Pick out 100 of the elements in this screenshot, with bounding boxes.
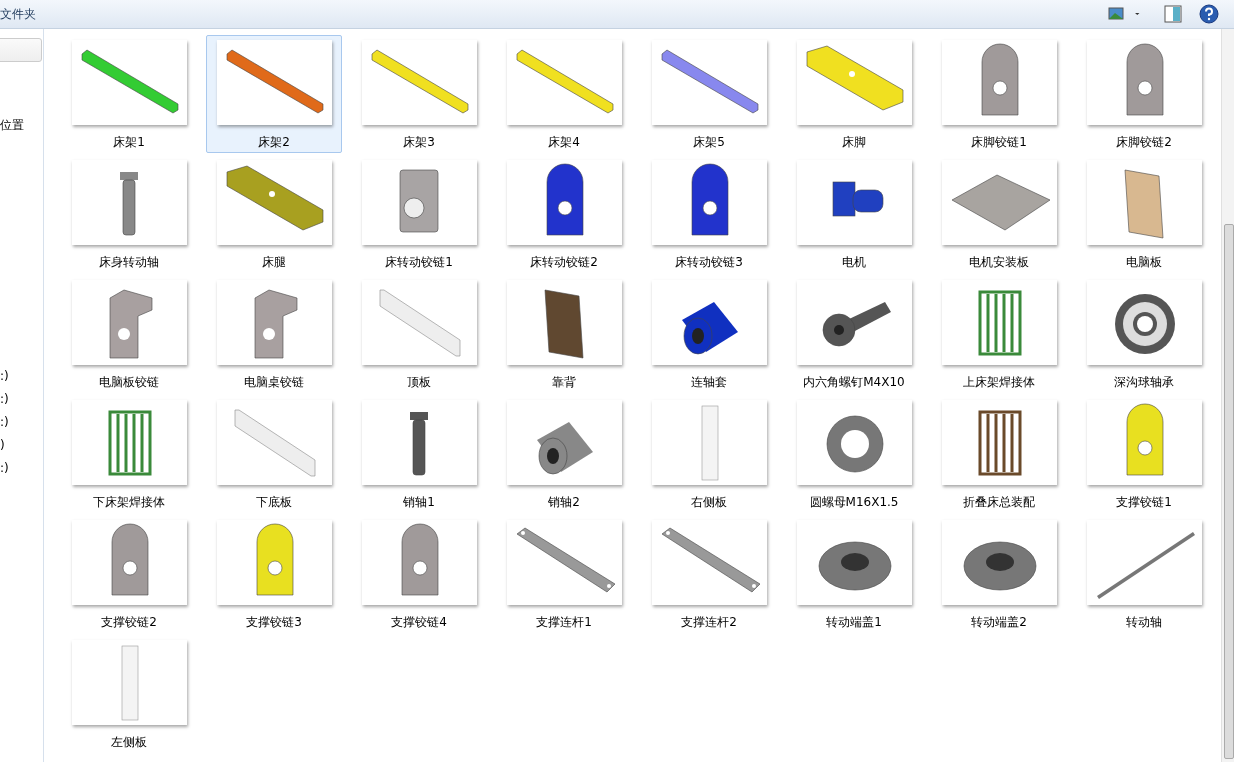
file-name: 转动端盖2	[971, 614, 1027, 631]
sidebar-item[interactable]: 位置	[0, 117, 24, 134]
file-item[interactable]: 床转动铰链1	[351, 155, 487, 273]
file-name: 电脑桌铰链	[244, 374, 304, 391]
file-item[interactable]: 下底板	[206, 395, 342, 513]
file-item[interactable]: 内六角螺钉M4X10	[786, 275, 922, 393]
file-name: 床脚铰链2	[1116, 134, 1172, 151]
file-item[interactable]: 床架1	[61, 35, 197, 153]
part-drawing	[978, 410, 1021, 476]
file-name: 圆螺母M16X1.5	[809, 494, 899, 511]
file-item[interactable]: 电脑板铰链	[61, 275, 197, 393]
part-drawing	[1114, 294, 1175, 354]
sidebar-item[interactable]: )	[0, 438, 5, 452]
file-name: 下底板	[256, 494, 292, 511]
file-name: 销轴1	[403, 494, 435, 511]
file-item[interactable]: 床脚铰链2	[1076, 35, 1212, 153]
file-name: 电机安装板	[969, 254, 1029, 271]
file-item[interactable]: 折叠床总装配	[931, 395, 1067, 513]
file-item[interactable]: 支撑铰链4	[351, 515, 487, 633]
file-name: 靠背	[552, 374, 576, 391]
file-name: 床转动铰链1	[385, 254, 453, 271]
part-drawing	[681, 302, 738, 355]
part-drawing	[254, 289, 297, 359]
file-item[interactable]: 销轴1	[351, 395, 487, 513]
file-name: 左侧板	[111, 734, 147, 751]
file-item[interactable]: 床架5	[641, 35, 777, 153]
file-name: 床架3	[403, 134, 435, 151]
file-item[interactable]: 靠背	[496, 275, 632, 393]
sidebar-item[interactable]: :)	[0, 392, 9, 406]
file-name: 支撑铰链1	[1116, 494, 1172, 511]
part-drawing	[832, 181, 883, 217]
file-name: 床架1	[113, 134, 145, 151]
part-drawing	[409, 412, 428, 476]
sidebar-field[interactable]	[0, 38, 42, 62]
preview-pane-icon[interactable]	[1162, 3, 1184, 25]
file-item[interactable]: 支撑铰链2	[61, 515, 197, 633]
file-item[interactable]: 电机	[786, 155, 922, 273]
file-item[interactable]: 电脑板	[1076, 155, 1212, 273]
file-name: 销轴2	[548, 494, 580, 511]
part-drawing	[399, 169, 438, 233]
file-name: 下床架焊接体	[93, 494, 165, 511]
part-drawing	[826, 415, 883, 473]
file-item[interactable]: 转动端盖2	[931, 515, 1067, 633]
file-item[interactable]: 上床架焊接体	[931, 275, 1067, 393]
file-item[interactable]: 床架4	[496, 35, 632, 153]
file-item[interactable]: 右侧板	[641, 395, 777, 513]
file-item[interactable]: 床架2	[206, 35, 342, 153]
file-name: 支撑铰链4	[391, 614, 447, 631]
file-item[interactable]: 床架3	[351, 35, 487, 153]
file-name: 床脚铰链1	[971, 134, 1027, 151]
part-drawing	[108, 410, 151, 476]
file-name: 折叠床总装配	[963, 494, 1035, 511]
file-item[interactable]: 顶板	[351, 275, 487, 393]
scrollbar[interactable]	[1221, 29, 1234, 762]
part-drawing	[1124, 169, 1163, 239]
file-name: 转动端盖1	[826, 614, 882, 631]
part-drawing	[536, 422, 593, 475]
file-name: 电机	[842, 254, 866, 271]
sidebar-item[interactable]: :)	[0, 461, 9, 475]
file-name: 床脚	[842, 134, 866, 151]
file-name: 支撑铰链2	[101, 614, 157, 631]
part-drawing	[822, 302, 891, 347]
scrollbar-thumb[interactable]	[1224, 224, 1234, 759]
sidebar-item[interactable]: :)	[0, 369, 9, 383]
file-item[interactable]: 床腿	[206, 155, 342, 273]
file-item[interactable]: 左侧板	[61, 635, 197, 753]
file-name: 顶板	[407, 374, 431, 391]
window-title: 文件夹	[0, 5, 36, 23]
file-item[interactable]: 支撑铰链1	[1076, 395, 1212, 513]
part-drawing	[119, 172, 138, 236]
file-item[interactable]: 床转动铰链3	[641, 155, 777, 273]
file-item[interactable]: 深沟球轴承	[1076, 275, 1212, 393]
file-name: 床转动铰链3	[675, 254, 743, 271]
file-item[interactable]: 床转动铰链2	[496, 155, 632, 273]
sidebar-item[interactable]: :)	[0, 415, 9, 429]
file-item[interactable]: 连轴套	[641, 275, 777, 393]
file-item[interactable]: 电机安装板	[931, 155, 1067, 273]
file-item[interactable]: 转动轴	[1076, 515, 1212, 633]
file-item[interactable]: 支撑连杆1	[496, 515, 632, 633]
file-item[interactable]: 支撑铰链3	[206, 515, 342, 633]
help-icon[interactable]	[1198, 3, 1220, 25]
file-item[interactable]: 床脚铰链1	[931, 35, 1067, 153]
file-name: 上床架焊接体	[963, 374, 1035, 391]
file-name: 连轴套	[691, 374, 727, 391]
file-name: 床转动铰链2	[530, 254, 598, 271]
file-item[interactable]: 圆螺母M16X1.5	[786, 395, 922, 513]
file-name: 电脑板	[1126, 254, 1162, 271]
file-item[interactable]: 转动端盖1	[786, 515, 922, 633]
file-item[interactable]: 床脚	[786, 35, 922, 153]
part-drawing	[544, 289, 583, 359]
file-name: 右侧板	[691, 494, 727, 511]
file-item[interactable]: 支撑连杆2	[641, 515, 777, 633]
file-item[interactable]: 电脑桌铰链	[206, 275, 342, 393]
file-name: 床架4	[548, 134, 580, 151]
file-item[interactable]: 销轴2	[496, 395, 632, 513]
file-name: 转动轴	[1126, 614, 1162, 631]
file-item[interactable]: 床身转动轴	[61, 155, 197, 273]
part-drawing	[978, 290, 1021, 356]
file-name: 床腿	[262, 254, 286, 271]
file-item[interactable]: 下床架焊接体	[61, 395, 197, 513]
